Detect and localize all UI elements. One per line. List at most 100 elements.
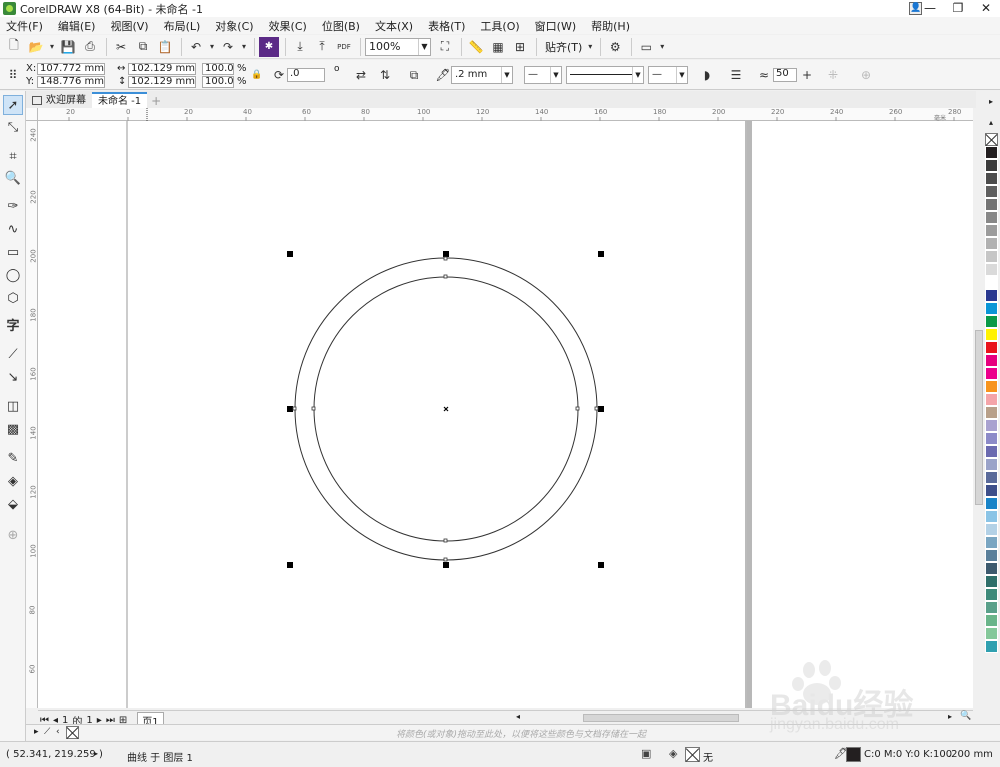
palette-swatch[interactable] xyxy=(985,614,998,627)
palette-swatch[interactable] xyxy=(985,354,998,367)
rectangle-tool-icon[interactable]: ▭ xyxy=(3,243,23,263)
smoothing-field[interactable]: 50 xyxy=(773,68,797,82)
palette-swatch[interactable] xyxy=(985,445,998,458)
smart-fill-tool-icon[interactable]: ⬙ xyxy=(3,495,23,515)
palette-swatch[interactable] xyxy=(985,211,998,224)
docpal-arrow-icon[interactable]: ▸ xyxy=(34,727,39,737)
menu-layout[interactable]: 布局(L) xyxy=(164,18,201,34)
artistic-media-tool-icon[interactable]: ∿ xyxy=(3,220,23,240)
full-screen-icon[interactable]: ⛶ xyxy=(435,37,455,57)
palette-swatch[interactable] xyxy=(985,289,998,302)
add-tab-icon[interactable]: + xyxy=(151,94,165,108)
horizontal-scrollbar-thumb[interactable] xyxy=(583,714,739,722)
transparency-tool-icon[interactable]: ▩ xyxy=(3,420,23,440)
show-rulers-icon[interactable]: 📏 xyxy=(466,37,486,57)
smoothing-stepper-icon[interactable]: + xyxy=(798,66,816,84)
tab-untitled-document[interactable]: 未命名 -1 xyxy=(92,92,148,108)
snap-dropdown-icon[interactable]: ▾ xyxy=(586,37,594,57)
import-icon[interactable]: ⤓ xyxy=(290,37,310,57)
scale-y-field[interactable]: 100.0 xyxy=(202,76,234,88)
palette-swatch[interactable] xyxy=(985,523,998,536)
options-gear-icon[interactable]: ⚙ xyxy=(605,37,625,57)
shape-tool-icon[interactable]: ⤡ xyxy=(3,118,23,138)
docpal-scroll-icon[interactable]: ‹ xyxy=(56,727,60,737)
status-expand-icon[interactable]: ▸ xyxy=(94,749,98,758)
palette-swatch[interactable] xyxy=(985,146,998,159)
print-icon[interactable]: ⎙ xyxy=(80,37,100,57)
palette-swatch[interactable] xyxy=(985,328,998,341)
undo-icon[interactable]: ↶ xyxy=(186,37,206,57)
wrap-text-icon[interactable]: ⧉ xyxy=(405,66,423,84)
menu-table[interactable]: 表格(T) xyxy=(428,18,465,34)
docpal-eyedropper-icon[interactable]: ⟋ xyxy=(44,727,50,737)
horizontal-ruler[interactable]: 20 0 20 40 60 80 100 120 140 160 180 200… xyxy=(38,108,973,122)
copy-icon[interactable]: ⧉ xyxy=(133,37,153,57)
freehand-tool-icon[interactable]: ✑ xyxy=(3,197,23,217)
scale-x-field[interactable]: 100.0 xyxy=(202,63,234,75)
new-document-icon[interactable]: 🗋 xyxy=(4,37,24,57)
palette-swatch[interactable] xyxy=(985,393,998,406)
launcher-dropdown-icon[interactable]: ▾ xyxy=(658,37,666,57)
palette-swatch[interactable] xyxy=(985,484,998,497)
palette-swatch[interactable] xyxy=(985,627,998,640)
menu-text[interactable]: 文本(X) xyxy=(375,18,413,34)
palette-swatch[interactable] xyxy=(985,380,998,393)
no-color-swatch[interactable] xyxy=(985,133,998,146)
show-grid-icon[interactable]: ▦ xyxy=(488,37,508,57)
palette-swatch[interactable] xyxy=(985,536,998,549)
palette-swatch[interactable] xyxy=(985,198,998,211)
ellipse-tool-icon[interactable]: ◯ xyxy=(3,266,23,286)
lock-ratio-icon[interactable]: 🔒 xyxy=(248,66,266,84)
outline-color-swatch[interactable] xyxy=(846,747,861,762)
palette-swatch[interactable] xyxy=(985,276,998,289)
nodes-icon[interactable]: ⁜ xyxy=(824,66,842,84)
palette-swatch[interactable] xyxy=(985,510,998,523)
export-pdf-icon[interactable]: PDF xyxy=(334,37,354,57)
menu-bitmaps[interactable]: 位图(B) xyxy=(322,18,360,34)
fill-bucket-icon[interactable]: ◈ xyxy=(669,747,677,760)
palette-swatch[interactable] xyxy=(985,640,998,653)
palette-swatch[interactable] xyxy=(985,458,998,471)
cut-icon[interactable]: ✂ xyxy=(111,37,131,57)
palette-swatch[interactable] xyxy=(985,367,998,380)
open-folder-icon[interactable]: 📂 xyxy=(26,37,46,57)
scrollbar-thumb[interactable] xyxy=(975,330,983,505)
menu-help[interactable]: 帮助(H) xyxy=(591,18,630,34)
palette-scroll-icon[interactable]: ▴ xyxy=(989,118,993,127)
object-origin-icon[interactable]: ⠿ xyxy=(4,66,22,84)
palette-swatch[interactable] xyxy=(985,185,998,198)
drop-shadow-tool-icon[interactable]: ◫ xyxy=(3,397,23,417)
add-tool-icon[interactable]: ⊕ xyxy=(3,526,23,546)
add-icon[interactable]: ⊕ xyxy=(857,66,875,84)
height-field[interactable]: 102.129 mm xyxy=(128,76,196,88)
polygon-tool-icon[interactable]: ⬡ xyxy=(3,289,23,309)
menu-tools[interactable]: 工具(O) xyxy=(480,18,519,34)
palette-swatch[interactable] xyxy=(985,549,998,562)
start-arrowhead-select[interactable]: — ▼ xyxy=(524,66,562,84)
tab-welcome-screen[interactable]: 欢迎屏幕 xyxy=(26,92,92,108)
menu-effects[interactable]: 效果(C) xyxy=(269,18,307,34)
vertical-scrollbar[interactable] xyxy=(973,108,985,713)
application-launcher-icon[interactable]: ▭ xyxy=(636,37,656,57)
palette-swatch[interactable] xyxy=(985,601,998,614)
y-position-field[interactable]: 148.776 mm xyxy=(37,76,105,88)
export-icon[interactable]: ⤒ xyxy=(312,37,332,57)
parallel-dimension-tool-icon[interactable]: ⟋ xyxy=(3,345,23,365)
mirror-horizontal-icon[interactable]: ⇄ xyxy=(352,66,370,84)
vertical-ruler[interactable]: 240 220 200 180 160 140 120 100 80 60 xyxy=(26,121,38,708)
redo-icon[interactable]: ↷ xyxy=(218,37,238,57)
mirror-vertical-icon[interactable]: ⇅ xyxy=(376,66,394,84)
color-proof-icon[interactable]: ▣ xyxy=(641,747,651,760)
docpal-no-color-swatch[interactable] xyxy=(66,726,79,739)
palette-swatch[interactable] xyxy=(985,159,998,172)
palette-swatch[interactable] xyxy=(985,419,998,432)
palette-swatch[interactable] xyxy=(985,224,998,237)
palette-swatch[interactable] xyxy=(985,471,998,484)
palette-swatch[interactable] xyxy=(985,588,998,601)
drawing-canvas[interactable] xyxy=(38,121,973,708)
eyedropper-tool-icon[interactable]: ✎ xyxy=(3,449,23,469)
palette-swatch[interactable] xyxy=(985,172,998,185)
paste-icon[interactable]: 📋 xyxy=(155,37,175,57)
palette-swatch[interactable] xyxy=(985,302,998,315)
ruler-origin[interactable] xyxy=(26,108,38,121)
